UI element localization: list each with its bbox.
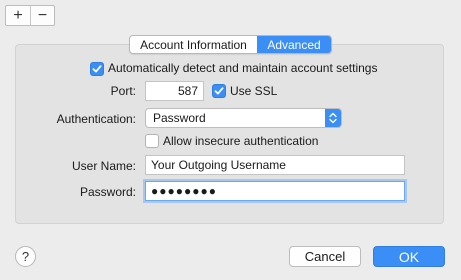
authentication-value: Password bbox=[153, 111, 206, 125]
port-field[interactable]: 587 bbox=[145, 81, 204, 101]
authentication-label: Authentication: bbox=[56, 112, 136, 126]
tab-advanced[interactable]: Advanced bbox=[257, 36, 331, 53]
auto-detect-checkbox[interactable] bbox=[90, 62, 104, 76]
checkmark-icon bbox=[214, 87, 224, 95]
checkmark-icon bbox=[92, 65, 102, 73]
password-label: Password: bbox=[79, 185, 136, 199]
use-ssl-checkbox[interactable] bbox=[212, 84, 226, 98]
user-name-label: User Name: bbox=[71, 159, 136, 173]
remove-button[interactable]: − bbox=[30, 6, 54, 25]
ok-button[interactable]: OK bbox=[373, 246, 445, 267]
cancel-button[interactable]: Cancel bbox=[289, 246, 361, 267]
port-label: Port: bbox=[110, 84, 136, 98]
password-field[interactable]: ●●●●●●●● bbox=[145, 181, 405, 201]
use-ssl-label: Use SSL bbox=[230, 84, 278, 98]
up-down-chevron-icon bbox=[325, 109, 341, 127]
authentication-select[interactable]: Password bbox=[145, 108, 342, 128]
help-button[interactable]: ? bbox=[15, 246, 36, 267]
user-name-field[interactable]: Your Outgoing Username bbox=[145, 155, 405, 175]
auto-detect-label: Automatically detect and maintain accoun… bbox=[108, 61, 378, 75]
tab-account-information[interactable]: Account Information bbox=[130, 36, 257, 53]
allow-insecure-checkbox[interactable] bbox=[145, 134, 159, 148]
add-remove-control: + − bbox=[5, 5, 55, 26]
tab-bar: Account Information Advanced bbox=[129, 35, 332, 54]
allow-insecure-label: Allow insecure authentication bbox=[163, 134, 319, 148]
add-button[interactable]: + bbox=[6, 6, 30, 25]
